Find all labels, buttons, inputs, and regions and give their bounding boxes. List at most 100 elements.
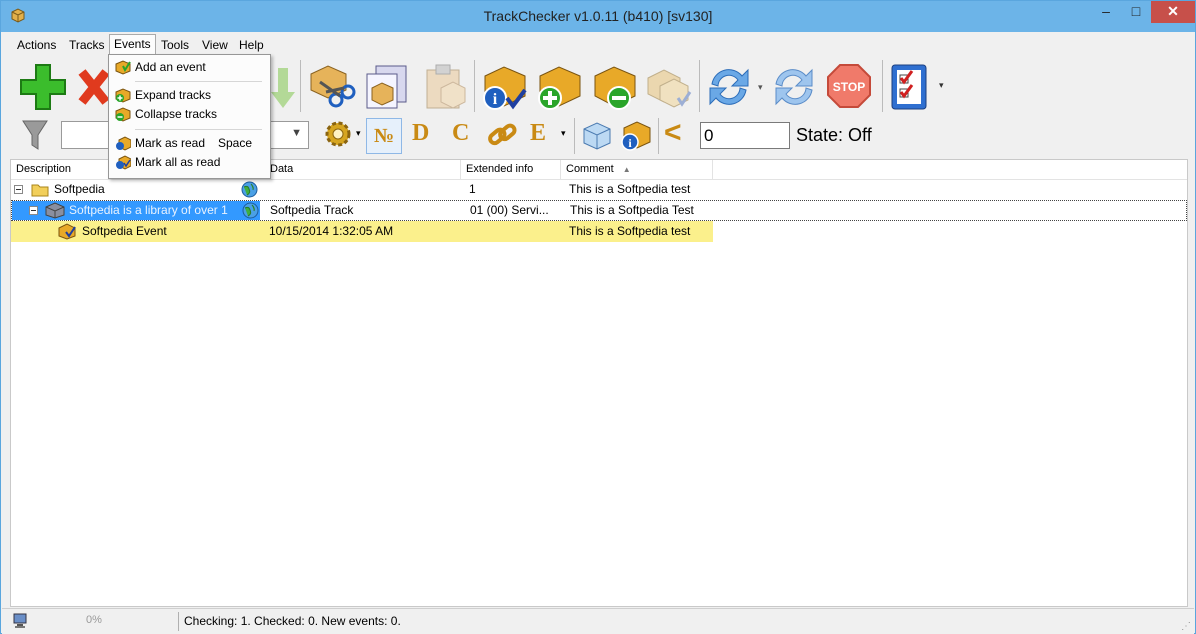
table-row[interactable]: Softpedia is a library of over 1 Softped… <box>11 200 1187 221</box>
event-info-icon[interactable]: i <box>618 118 652 152</box>
row-data <box>269 179 459 200</box>
menu-item-mark-all-as-read[interactable]: Mark all as read <box>111 153 266 172</box>
track-box-icon <box>45 202 65 219</box>
row-description: Softpedia Event <box>82 224 167 238</box>
events-dropdown-menu: Add an event Expand tracks Collapse trac… <box>108 54 271 179</box>
add-track-icon[interactable] <box>18 62 68 112</box>
maximize-button[interactable]: □ <box>1121 1 1151 23</box>
column-extended-info[interactable]: Extended info <box>461 160 561 179</box>
menu-item-shortcut: Space <box>218 136 253 150</box>
menu-actions[interactable]: Actions <box>15 36 58 54</box>
menu-item-add-event[interactable]: Add an event <box>111 58 266 77</box>
close-button[interactable]: ✕ <box>1151 1 1195 23</box>
menu-events[interactable]: Events <box>109 34 156 55</box>
collapse-icon <box>115 107 131 122</box>
add-event-icon <box>115 60 131 75</box>
move-down-icon[interactable] <box>270 66 296 110</box>
toolbar-separator <box>474 60 475 112</box>
table-row[interactable]: Softpedia 1 This is a Softpedia test <box>11 179 1187 200</box>
collapse-toggle-icon[interactable] <box>14 179 24 200</box>
toolbar-separator <box>300 60 301 112</box>
status-separator <box>178 612 179 631</box>
status-text: Checking: 1. Checked: 0. New events: 0. <box>184 614 401 628</box>
add-event-icon[interactable] <box>534 62 584 112</box>
delete-track-icon[interactable] <box>78 66 110 108</box>
column-comment-label: Comment <box>566 163 614 175</box>
row-extended: 01 (00) Servi... <box>470 203 549 217</box>
menu-separator <box>135 129 262 130</box>
menu-tools[interactable]: Tools <box>159 36 191 54</box>
menu-separator <box>135 81 262 82</box>
menu-item-label: Mark all as read <box>135 155 221 169</box>
title-bar: TrackChecker v1.0.11 (b410) [sv130] – □ … <box>1 1 1195 32</box>
open-box-icon[interactable] <box>581 119 613 151</box>
progress-percent: 0% <box>86 614 102 626</box>
gear-icon[interactable] <box>324 120 352 148</box>
state-label: State: Off <box>796 125 872 145</box>
toolbar-separator <box>882 60 883 112</box>
network-status-icon <box>13 613 27 628</box>
column-comment[interactable]: Comment ▲ <box>561 160 713 179</box>
minimize-button[interactable]: – <box>1091 1 1121 23</box>
filter-funnel-icon[interactable] <box>22 119 48 151</box>
menu-view[interactable]: View <box>200 36 230 54</box>
checklist-dropdown-arrow-icon[interactable]: ▾ <box>939 80 944 91</box>
row-comment: This is a Softpedia Test <box>570 203 694 217</box>
column-data[interactable]: Data <box>265 160 461 179</box>
menu-item-label: Collapse tracks <box>135 107 218 121</box>
menu-item-label: Mark as read <box>135 136 206 150</box>
folder-icon <box>31 184 49 197</box>
resize-grip-icon[interactable]: ⋰ <box>1181 621 1191 632</box>
sort-by-number-toggle[interactable]: № <box>366 118 402 154</box>
threshold-input[interactable]: 0 <box>700 122 790 149</box>
collapse-toggle-icon[interactable] <box>29 201 39 222</box>
menu-item-mark-as-read[interactable]: Mark as read Space <box>111 134 266 153</box>
menu-item-label: Add an event <box>135 60 206 74</box>
row-comment: This is a Softpedia test <box>569 224 691 238</box>
checklist-icon[interactable] <box>888 62 932 112</box>
chevron-down-icon[interactable]: ▼ <box>291 127 302 139</box>
cut-icon[interactable] <box>306 62 356 112</box>
menu-tracks[interactable]: Tracks <box>67 36 107 54</box>
stop-icon[interactable]: STOP <box>826 63 872 109</box>
link-icon[interactable] <box>486 120 518 150</box>
row-extended <box>469 221 559 242</box>
sort-by-extended-toggle[interactable]: E <box>530 120 546 147</box>
sort-by-date-toggle[interactable]: D <box>412 120 429 147</box>
globe-icon <box>242 202 259 219</box>
refresh-dropdown-arrow-icon[interactable]: ▾ <box>758 82 763 93</box>
app-window: TrackChecker v1.0.11 (b410) [sv130] – □ … <box>0 0 1196 634</box>
paste-icon[interactable] <box>419 62 469 112</box>
toolbar-separator <box>699 60 700 112</box>
globe-icon <box>241 181 258 198</box>
menu-help[interactable]: Help <box>237 36 266 54</box>
row-data: 10/15/2014 1:32:05 AM <box>269 224 394 238</box>
sort-dropdown-arrow-icon[interactable]: ▾ <box>561 128 566 139</box>
mark-all-read-icon <box>116 155 131 170</box>
window-title: TrackChecker v1.0.11 (b410) [sv130] <box>483 8 713 24</box>
row-data: Softpedia Track <box>270 203 354 217</box>
row-extended: 1 <box>469 182 476 196</box>
copy-icon[interactable] <box>362 62 412 112</box>
toolbar-separator <box>574 118 575 154</box>
sort-by-comment-toggle[interactable]: C <box>452 120 469 147</box>
refresh-all-icon[interactable] <box>768 64 820 110</box>
menu-item-collapse-tracks[interactable]: Collapse tracks <box>111 105 266 124</box>
gear-dropdown-arrow-icon[interactable]: ▾ <box>356 128 361 139</box>
check-tracks-icon[interactable] <box>644 62 694 112</box>
comparison-operator-button[interactable]: < <box>664 116 682 150</box>
status-bar: 0% Checking: 1. Checked: 0. New events: … <box>2 608 1194 634</box>
table-row[interactable]: Softpedia Event 10/15/2014 1:32:05 AM Th… <box>11 221 713 242</box>
sort-ascending-icon: ▲ <box>622 165 631 174</box>
menu-item-expand-tracks[interactable]: Expand tracks <box>111 86 266 105</box>
refresh-icon[interactable] <box>704 64 754 110</box>
mark-read-icon <box>116 136 131 151</box>
remove-event-icon[interactable] <box>589 62 639 112</box>
row-description: Softpedia <box>54 182 105 196</box>
svg-text:i: i <box>493 91 498 108</box>
toolbar-separator <box>658 118 659 154</box>
event-box-icon <box>58 223 76 240</box>
tracks-grid: Description Data Extended info Comment ▲… <box>10 159 1188 607</box>
expand-icon <box>115 88 131 103</box>
track-info-icon[interactable]: i <box>479 62 529 112</box>
